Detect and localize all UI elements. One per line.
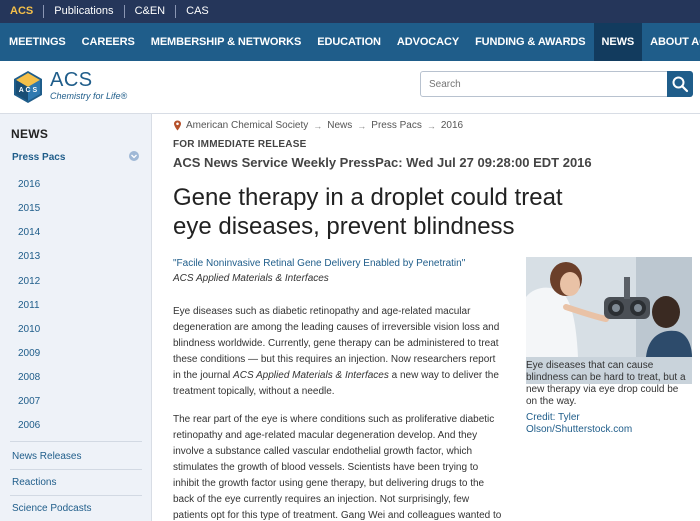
nav-item-meetings[interactable]: MEETINGS [0,23,74,61]
journal-name: ACS Applied Materials & Interfaces [233,370,389,381]
breadcrumb-arrow-icon: → [357,120,367,131]
breadcrumb-item[interactable]: 2016 [441,120,463,131]
breadcrumb-item[interactable]: American Chemical Society [186,120,308,131]
sidebar-item-reactions[interactable]: Reactions [12,477,56,488]
article-content: American Chemical Society → News → Press… [173,114,693,521]
top-utility-bar: ACS Publications C&EN CAS [0,0,700,23]
nav-item-education[interactable]: EDUCATION [309,23,389,61]
presspac-heading: ACS News Service Weekly PressPac: Wed Ju… [173,155,592,170]
sidebar-year-2014[interactable]: 2014 [18,227,40,238]
sidebar-year-2009[interactable]: 2009 [18,348,40,359]
site-header: A C S ACS Chemistry for Life® [0,61,700,114]
sidebar: NEWS Press Pacs 2016 2015 2014 2013 2012… [0,114,152,521]
eye-exam-photo-illustration [526,257,692,357]
sidebar-divider [10,441,142,442]
sidebar-divider [10,495,142,496]
nav-item-about[interactable]: ABOUT ACS [642,23,700,61]
sidebar-title: NEWS [11,127,49,141]
figure-credit-link[interactable]: Credit: Tyler Olson/Shutterstock.com [526,412,686,436]
figure-caption: Eye diseases that can cause blindness ca… [526,360,686,407]
nav-item-advocacy[interactable]: ADVOCACY [389,23,467,61]
breadcrumb-item[interactable]: Press Pacs [371,120,422,131]
svg-text:A C S: A C S [19,87,38,94]
search-icon [672,76,689,93]
sidebar-item-press-pacs[interactable]: Press Pacs [12,152,65,163]
logo-wordmark: ACS [50,69,93,91]
location-pin-icon [174,120,181,131]
sidebar-item-science-podcasts[interactable]: Science Podcasts [12,503,92,514]
sidebar-item-news-releases[interactable]: News Releases [12,451,81,462]
sidebar-year-2016[interactable]: 2016 [18,179,40,190]
citation-journal: ACS Applied Materials & Interfaces [173,273,329,284]
acs-hexagon-logo-icon: A C S [14,71,42,103]
sidebar-year-2006[interactable]: 2006 [18,420,40,431]
topbar-link-acs[interactable]: ACS [0,5,43,18]
breadcrumb-arrow-icon: → [426,120,436,131]
sidebar-year-2007[interactable]: 2007 [18,396,40,407]
nav-item-membership[interactable]: MEMBERSHIP & NETWORKS [143,23,309,61]
release-label: FOR IMMEDIATE RELEASE [173,139,307,150]
article-paragraph: Eye diseases such as diabetic retinopath… [173,304,505,400]
breadcrumb-arrow-icon: → [313,120,323,131]
topbar-link-publications[interactable]: Publications [43,5,123,18]
sidebar-year-2011[interactable]: 2011 [18,300,40,311]
search-button[interactable] [667,71,693,97]
sidebar-year-2012[interactable]: 2012 [18,276,40,287]
logo-tagline: Chemistry for Life® [50,91,128,101]
chevron-down-icon[interactable] [129,151,139,161]
sidebar-year-2015[interactable]: 2015 [18,203,40,214]
sidebar-year-2010[interactable]: 2010 [18,324,40,335]
topbar-link-cas[interactable]: CAS [175,5,219,18]
article-paragraph: The rear part of the eye is where condit… [173,414,502,521]
breadcrumb: American Chemical Society → News → Press… [173,120,463,131]
citation-title-link[interactable]: "Facile Noninvasive Retinal Gene Deliver… [173,258,465,269]
search-input[interactable] [420,71,668,97]
sidebar-year-2008[interactable]: 2008 [18,372,40,383]
breadcrumb-item[interactable]: News [327,120,352,131]
topbar-link-cen[interactable]: C&EN [123,5,176,18]
nav-item-funding-awards[interactable]: FUNDING & AWARDS [467,23,593,61]
nav-item-news[interactable]: NEWS [593,23,643,61]
sidebar-year-2013[interactable]: 2013 [18,251,40,262]
nav-item-careers[interactable]: CAREERS [74,23,143,61]
page-title: Gene therapy in a droplet could treat ey… [173,184,563,240]
main-navigation: MEETINGS CAREERS MEMBERSHIP & NETWORKS E… [0,23,700,61]
sidebar-divider [10,469,142,470]
acs-logo[interactable]: A C S ACS Chemistry for Life® [10,69,140,109]
